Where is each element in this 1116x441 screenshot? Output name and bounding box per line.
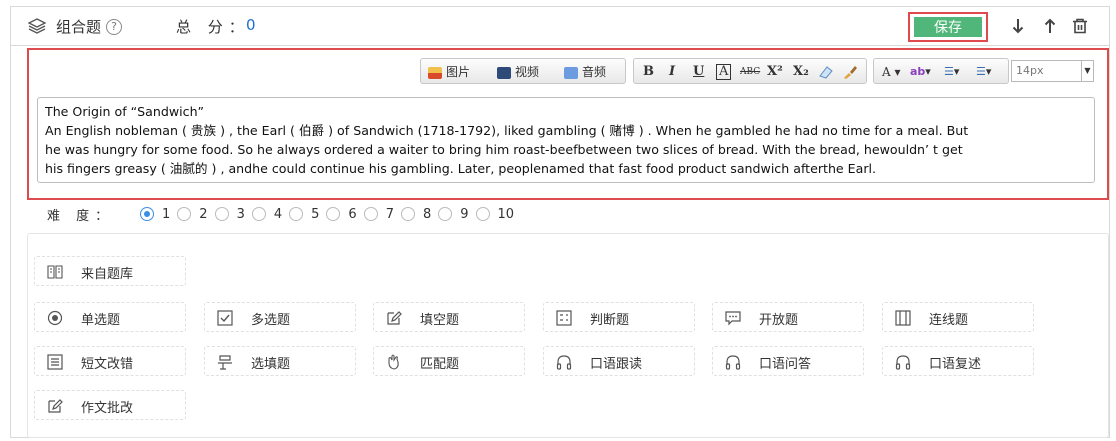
- passage-correction-button[interactable]: 短文改错: [34, 346, 186, 376]
- video-icon: [497, 66, 511, 79]
- matching-lines-button[interactable]: 连线题: [882, 302, 1034, 332]
- unordered-list-dropdown[interactable]: ☰▾: [976, 63, 991, 81]
- difficulty-option[interactable]: 1: [140, 207, 170, 222]
- radio-icon: [400, 207, 415, 221]
- radio-icon: [251, 207, 266, 221]
- fill-blank-button[interactable]: 填空题: [373, 302, 525, 332]
- save-button-highlight: 保存: [908, 12, 988, 42]
- radio-icon: [289, 207, 304, 221]
- insert-audio-button[interactable]: 音频: [564, 63, 606, 81]
- radio-selected-icon: [140, 207, 154, 221]
- style-tool-group: A ▾ ab▾ ☰▾ ☰▾: [873, 58, 1009, 84]
- layers-icon: [28, 18, 46, 34]
- total-score-value: 0: [246, 16, 256, 34]
- select-fill-button[interactable]: 选填题: [204, 346, 356, 376]
- subscript-button[interactable]: X₂: [793, 63, 809, 81]
- radio-icon: [47, 310, 63, 326]
- chat-icon: [725, 311, 741, 326]
- music-icon: [564, 66, 578, 79]
- judge-icon: [556, 310, 572, 326]
- radio-icon: [363, 207, 378, 221]
- true-false-button[interactable]: 判断题: [543, 302, 695, 332]
- columns-icon: [895, 310, 911, 326]
- radio-icon: [177, 207, 192, 221]
- oral-retell-button[interactable]: 口语复述: [882, 346, 1034, 376]
- headphones-icon: [556, 355, 572, 370]
- insert-image-button[interactable]: 图片: [428, 63, 470, 81]
- format-painter-icon[interactable]: [842, 64, 858, 80]
- difficulty-option[interactable]: 8: [400, 207, 431, 222]
- move-up-icon[interactable]: [1044, 18, 1056, 34]
- italic-button[interactable]: I: [669, 63, 675, 81]
- passage-line: his fingers greasy ( 油腻的 ) , andhe could…: [45, 161, 877, 176]
- radio-icon: [475, 207, 490, 221]
- save-button[interactable]: 保存: [914, 17, 982, 37]
- border-text-button[interactable]: A: [716, 64, 732, 80]
- font-size-select[interactable]: 14px ▼: [1011, 60, 1094, 82]
- book-icon: [47, 265, 63, 279]
- page-title: 组合题: [56, 18, 102, 36]
- match-question-button[interactable]: 匹配题: [373, 346, 525, 376]
- difficulty-option[interactable]: 6: [326, 207, 357, 222]
- radio-icon: [326, 207, 341, 221]
- oral-qa-button[interactable]: 口语问答: [712, 346, 864, 376]
- headphones-icon: [725, 355, 741, 370]
- open-question-button[interactable]: 开放题: [712, 302, 864, 332]
- checkbox-icon: [217, 310, 233, 326]
- radio-icon: [214, 207, 229, 221]
- help-icon[interactable]: ?: [106, 19, 122, 35]
- unordered-list-icon: ☰: [976, 65, 986, 78]
- single-choice-button[interactable]: 单选题: [34, 302, 186, 332]
- superscript-button[interactable]: X²: [767, 63, 783, 81]
- passage-title-line: The Origin of “Sandwich”: [45, 104, 205, 119]
- question-type-panel: [27, 233, 1109, 438]
- from-question-bank-button[interactable]: 来自题库: [34, 256, 186, 286]
- chevron-down-icon: ▼: [1081, 61, 1093, 81]
- select-fill-icon: [218, 355, 232, 370]
- insert-video-button[interactable]: 视频: [497, 63, 539, 81]
- highlighter-icon: ab: [910, 65, 926, 78]
- ordered-list-icon: ☰: [944, 65, 954, 78]
- difficulty-option[interactable]: 10: [475, 207, 514, 222]
- difficulty-option[interactable]: 7: [363, 207, 394, 222]
- ordered-list-dropdown[interactable]: ☰▾: [944, 63, 959, 81]
- document-icon: [47, 354, 63, 370]
- headphones-icon: [895, 355, 911, 370]
- difficulty-option[interactable]: 5: [289, 207, 319, 222]
- hand-icon: [388, 354, 399, 370]
- difficulty-option[interactable]: 4: [251, 207, 282, 222]
- difficulty-radio-group: 1 2 3 4 5 6 7 8 9 10: [140, 204, 521, 224]
- delete-icon[interactable]: [1072, 18, 1088, 34]
- highlight-color-dropdown[interactable]: ab▾: [910, 63, 931, 81]
- format-tool-group: B I U A ABC X² X₂: [633, 58, 867, 84]
- strikethrough-button[interactable]: ABC: [740, 63, 760, 81]
- eraser-icon[interactable]: [818, 64, 834, 80]
- total-score-label: 总 分：: [176, 18, 250, 36]
- bold-button[interactable]: B: [643, 63, 654, 81]
- difficulty-option[interactable]: 2: [177, 207, 208, 222]
- oral-repeat-button[interactable]: 口语跟读: [543, 346, 695, 376]
- font-color-dropdown[interactable]: A ▾: [882, 63, 901, 81]
- question-text-editor[interactable]: The Origin of “Sandwich” An English nobl…: [37, 97, 1095, 183]
- difficulty-label: 难 度：: [47, 209, 115, 224]
- difficulty-option[interactable]: 9: [438, 207, 469, 222]
- underline-button[interactable]: U: [693, 63, 704, 81]
- media-tool-group: 图片 视频 音频: [420, 58, 626, 84]
- move-down-icon[interactable]: [1012, 18, 1024, 34]
- edit-icon: [387, 311, 402, 325]
- essay-grading-button[interactable]: 作文批改: [34, 390, 186, 420]
- passage-line: he was hungry for some food. So he alway…: [45, 142, 963, 157]
- difficulty-option[interactable]: 3: [214, 207, 245, 222]
- edit-icon: [48, 399, 63, 413]
- radio-icon: [438, 207, 453, 221]
- image-icon: [428, 66, 442, 79]
- multiple-choice-button[interactable]: 多选题: [204, 302, 356, 332]
- passage-line: An English nobleman ( 贵族 ) , the Earl ( …: [45, 123, 969, 138]
